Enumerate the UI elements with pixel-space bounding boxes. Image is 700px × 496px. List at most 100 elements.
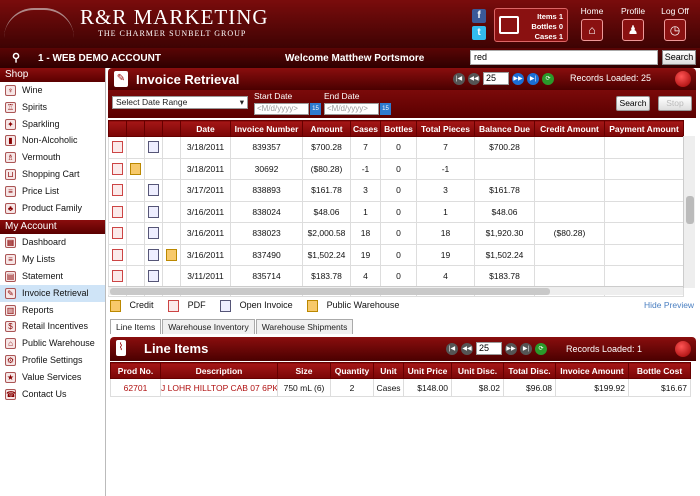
table-row[interactable]: 3/11/2011 835714 $183.78 4 0 4 $183.78: [108, 265, 684, 288]
table-row[interactable]: 3/18/2011 30692 ($80.28) -1 0 -1: [108, 157, 684, 180]
column-header[interactable]: Date: [180, 120, 231, 137]
document-icon[interactable]: [148, 184, 159, 197]
table-row[interactable]: 3/18/2011 839357 $700.28 7 0 7 $700.28: [108, 136, 684, 159]
description-cell[interactable]: J LOHR HILLTOP CAB 07 6PK: [160, 378, 278, 397]
sidebar-item-spirits[interactable]: ♖ Spirits: [0, 99, 105, 116]
facebook-icon[interactable]: f: [472, 9, 486, 23]
prev-page-icon[interactable]: ◀◀: [468, 72, 480, 85]
pdf-icon[interactable]: [112, 184, 123, 197]
column-header[interactable]: Total Pieces: [416, 120, 475, 137]
column-header[interactable]: [126, 120, 145, 137]
logo[interactable]: R&R MARKETING THE CHARMER SUNBELT GROUP: [18, 6, 269, 38]
vertical-scrollbar[interactable]: [683, 136, 695, 288]
column-header[interactable]: [108, 120, 127, 137]
tab-warehouse-shipments[interactable]: Warehouse Shipments: [255, 319, 354, 334]
column-header[interactable]: Bottle Cost: [628, 362, 691, 379]
sidebar-item-statement[interactable]: ▤ Statement: [0, 268, 105, 285]
credit-icon[interactable]: [130, 162, 141, 175]
column-header[interactable]: [162, 120, 181, 137]
icon-cell[interactable]: [144, 136, 163, 159]
column-header[interactable]: Total Disc.: [503, 362, 556, 379]
sidebar-item-product-family[interactable]: ♣ Product Family: [0, 200, 105, 217]
column-header[interactable]: Unit: [373, 362, 404, 379]
pdf-icon[interactable]: [112, 270, 123, 283]
table-row[interactable]: 3/16/2011 838024 $48.06 1 0 1 $48.06: [108, 200, 684, 223]
icon-cell[interactable]: [162, 243, 181, 266]
start-date-input[interactable]: <M/d/yyyy>: [254, 103, 309, 115]
icon-cell[interactable]: [144, 222, 163, 245]
stop-button[interactable]: Stop: [658, 96, 692, 111]
sidebar-item-profile-settings[interactable]: ⚙ Profile Settings: [0, 352, 105, 369]
document-icon[interactable]: [148, 205, 159, 218]
column-header[interactable]: Quantity: [330, 362, 374, 379]
search-input[interactable]: red: [470, 50, 658, 65]
nav-profile[interactable]: Profile ♟: [615, 6, 651, 41]
column-header[interactable]: Payment Amount: [604, 120, 684, 137]
tab-warehouse-inventory[interactable]: Warehouse Inventory: [162, 319, 255, 334]
column-header[interactable]: Invoice Number: [230, 120, 303, 137]
icon-cell[interactable]: [126, 157, 145, 180]
search-button[interactable]: Search: [662, 50, 696, 65]
table-row[interactable]: 62701 J LOHR HILLTOP CAB 07 6PK 750 mL (6)…: [110, 378, 691, 397]
sidebar-item-sparkling[interactable]: ✦ Sparkling: [0, 116, 105, 133]
document-icon[interactable]: [148, 141, 159, 154]
sidebar-item-contact-us[interactable]: ☎ Contact Us: [0, 386, 105, 403]
sidebar-item-value-services[interactable]: ★ Value Services: [0, 369, 105, 386]
sidebar-item-vermouth[interactable]: ♗ Vermouth: [0, 149, 105, 166]
next-page-icon[interactable]: ▶▶: [505, 342, 517, 355]
scroll-thumb[interactable]: [110, 288, 550, 295]
sidebar-item-shopping-cart[interactable]: ⊔ Shopping Cart: [0, 166, 105, 183]
truck-icon[interactable]: [166, 248, 177, 261]
sidebar-item-reports[interactable]: ▥ Reports: [0, 302, 105, 319]
table-row[interactable]: 3/17/2011 838893 $161.78 3 0 3 $161.78: [108, 179, 684, 202]
icon-cell[interactable]: [108, 265, 127, 288]
icon-cell[interactable]: [108, 243, 127, 266]
icon-cell[interactable]: [108, 136, 127, 159]
pdf-icon[interactable]: [112, 205, 123, 218]
pdf-icon[interactable]: [112, 227, 123, 240]
next-page-icon[interactable]: ▶▶: [512, 72, 524, 85]
prod-no-cell[interactable]: 62701: [110, 378, 161, 397]
document-icon[interactable]: [148, 270, 159, 283]
sidebar-item-public-warehouse[interactable]: ⌂ Public Warehouse: [0, 335, 105, 352]
search-icon[interactable]: ⚲: [12, 51, 25, 64]
column-header[interactable]: Size: [277, 362, 331, 379]
column-header[interactable]: Cases: [350, 120, 381, 137]
pdf-icon[interactable]: [112, 162, 123, 175]
column-header[interactable]: Unit Price: [403, 362, 452, 379]
search-button[interactable]: Search: [616, 96, 650, 111]
document-icon[interactable]: [148, 248, 159, 261]
prev-page-icon[interactable]: ◀◀: [461, 342, 473, 355]
first-page-icon[interactable]: |◀: [453, 72, 465, 85]
pdf-icon[interactable]: [112, 248, 123, 261]
column-header[interactable]: Amount: [302, 120, 351, 137]
column-header[interactable]: Unit Disc.: [451, 362, 504, 379]
last-page-icon[interactable]: ▶|: [527, 72, 539, 85]
sidebar-item-invoice-retrieval[interactable]: ✎ Invoice Retrieval: [0, 284, 105, 302]
column-header[interactable]: Description: [160, 362, 278, 379]
sidebar-item-dashboard[interactable]: ▦ Dashboard: [0, 234, 105, 251]
scroll-thumb[interactable]: [686, 196, 694, 224]
nav-home[interactable]: Home ⌂: [574, 6, 610, 41]
icon-cell[interactable]: [144, 200, 163, 223]
icon-cell[interactable]: [144, 179, 163, 202]
sidebar-item-non-alcoholic[interactable]: ▮ Non-Alcoholic: [0, 132, 105, 149]
icon-cell[interactable]: [144, 243, 163, 266]
calendar-icon[interactable]: 15: [310, 103, 321, 115]
page-size-input[interactable]: 25: [483, 72, 509, 85]
document-icon[interactable]: [148, 227, 159, 240]
icon-cell[interactable]: [108, 179, 127, 202]
tab-line-items[interactable]: Line Items: [110, 319, 162, 334]
last-page-icon[interactable]: ▶|: [520, 342, 532, 355]
column-header[interactable]: Prod No.: [110, 362, 161, 379]
horizontal-scrollbar[interactable]: [108, 286, 683, 295]
refresh-icon[interactable]: ⟳: [535, 342, 547, 355]
end-date-input[interactable]: <M/d/yyyy>: [324, 103, 379, 115]
table-row[interactable]: 3/16/2011 837490 $1,502.24 19 0 19 $1,502.24: [108, 243, 684, 266]
twitter-icon[interactable]: t: [472, 26, 486, 40]
icon-cell[interactable]: [108, 200, 127, 223]
sidebar-item-wine[interactable]: ♆ Wine: [0, 82, 105, 99]
table-row[interactable]: 3/16/2011 838023 $2,000.58 18 0 18 $1,920.30 ($…: [108, 222, 684, 245]
column-header[interactable]: Invoice Amount: [555, 362, 629, 379]
column-header[interactable]: Balance Due: [474, 120, 535, 137]
